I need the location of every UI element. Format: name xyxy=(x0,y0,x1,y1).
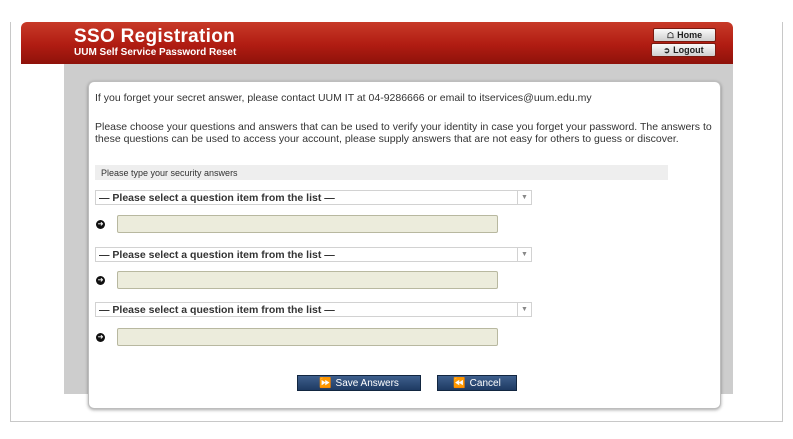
answer-field-3[interactable] xyxy=(117,328,498,346)
answer-field-1[interactable] xyxy=(117,215,498,233)
question-select-2[interactable]: — Please select a question item from the… xyxy=(95,247,532,262)
logout-button-label: Logout xyxy=(673,45,704,55)
chevron-down-icon: ▼ xyxy=(517,248,531,261)
section-label: Please type your security answers xyxy=(95,165,668,180)
chevron-down-icon: ▼ xyxy=(517,191,531,204)
chevron-down-icon: ▼ xyxy=(517,303,531,316)
page-subtitle: UUM Self Service Password Reset xyxy=(74,47,237,58)
rewind-icon: ⏪ xyxy=(453,377,466,389)
arrow-bullet-icon: ➜ xyxy=(96,333,105,342)
fast-forward-icon: ⏩ xyxy=(319,377,332,389)
arrow-bullet-icon: ➜ xyxy=(96,220,105,229)
cancel-button[interactable]: ⏪ Cancel xyxy=(437,375,517,391)
question-select-3[interactable]: — Please select a question item from the… xyxy=(95,302,532,317)
home-icon: ☖ xyxy=(666,30,675,40)
logout-icon: ➲ xyxy=(663,45,671,55)
arrow-bullet-icon: ➜ xyxy=(96,276,105,285)
question-select-3-value: — Please select a question item from the… xyxy=(99,304,335,316)
answer-field-2[interactable] xyxy=(117,271,498,289)
home-button[interactable]: ☖ Home xyxy=(653,28,716,42)
logout-button[interactable]: ➲ Logout xyxy=(651,43,716,57)
contact-text: If you forget your secret answer, please… xyxy=(95,92,592,104)
save-answers-label: Save Answers xyxy=(335,377,399,389)
question-select-2-value: — Please select a question item from the… xyxy=(99,249,335,261)
question-select-1-value: — Please select a question item from the… xyxy=(99,192,335,204)
save-answers-button[interactable]: ⏩ Save Answers xyxy=(297,375,421,391)
home-button-label: Home xyxy=(677,30,703,40)
cancel-label: Cancel xyxy=(469,377,501,389)
page-title: SSO Registration xyxy=(74,26,236,47)
instructions-text: Please choose your questions and answers… xyxy=(95,121,712,145)
question-select-1[interactable]: — Please select a question item from the… xyxy=(95,190,532,205)
